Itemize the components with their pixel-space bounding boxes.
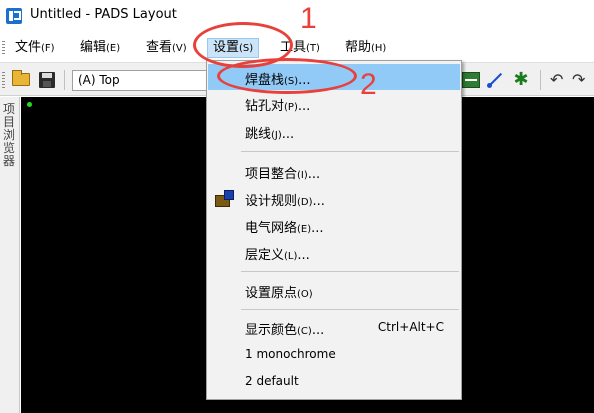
menu-view[interactable]: 查看(V) [141,38,192,58]
menu-edit[interactable]: 编辑(E) [75,38,125,58]
toolbar-separator [64,70,65,90]
menu-help[interactable]: 帮助(H) [340,38,391,58]
menu-grip-handle[interactable] [2,41,5,55]
menu-file[interactable]: 文件(F) [10,38,60,58]
route-icon[interactable] [486,72,504,88]
menu-item-default[interactable]: 2 default [208,368,460,394]
design-rules-icon [214,189,234,207]
menu-bar: 文件(F) 编辑(E) 查看(V) 设置(S) 工具(T) 帮助(H) [0,36,594,60]
open-folder-icon[interactable] [12,70,30,86]
redo-icon[interactable]: ↷ [572,72,590,88]
origin-marker [27,102,32,107]
menu-item-project-integrity[interactable]: 项目整合(I)... [208,158,460,184]
menu-item-layer-definition[interactable]: 层定义(L)... [208,239,460,265]
annotation-number-2: 2 [360,68,377,101]
menu-item-set-origin[interactable]: 设置原点(O) [208,277,460,303]
menu-item-drill-pairs[interactable]: 钻孔对(P)... [208,90,460,116]
toolbar-grip-handle[interactable] [2,72,5,88]
display-colors-shortcut: Ctrl+Alt+C [377,320,444,334]
project-browser-label: 项目浏览器 [3,102,16,168]
window-title: Untitled - PADS Layout [30,7,177,22]
annotation-oval-pad-stacks [217,58,357,94]
menu-separator [241,271,459,272]
auto-route-icon[interactable]: ✱ [512,71,530,89]
layer-select[interactable]: (A) Top [72,70,208,91]
setup-dropdown-menu: 焊盘栈(S)... 钻孔对(P)... 跳线(J)... 项目整合(I)... … [206,60,462,400]
menu-separator [241,309,459,310]
title-bar: Untitled - PADS Layout [0,0,594,32]
project-browser-panel[interactable]: 项目浏览器 [0,97,20,413]
menu-item-monochrome[interactable]: 1 monochrome [208,341,460,367]
menu-item-display-colors[interactable]: 显示颜色(C)... Ctrl+Alt+C [208,314,460,340]
undo-icon[interactable]: ↶ [550,72,568,88]
board-icon[interactable] [462,72,480,88]
menu-item-jumpers[interactable]: 跳线(J)... [208,118,460,144]
menu-item-design-rules[interactable]: 设计规则(D)... [208,185,460,211]
save-icon[interactable] [39,72,55,88]
toolbar-separator-right [540,70,541,90]
menu-item-electrical-net[interactable]: 电气网络(E)... [208,212,460,238]
menu-separator [241,151,459,152]
annotation-number-1: 1 [300,2,317,35]
pads-app-icon [6,8,22,24]
